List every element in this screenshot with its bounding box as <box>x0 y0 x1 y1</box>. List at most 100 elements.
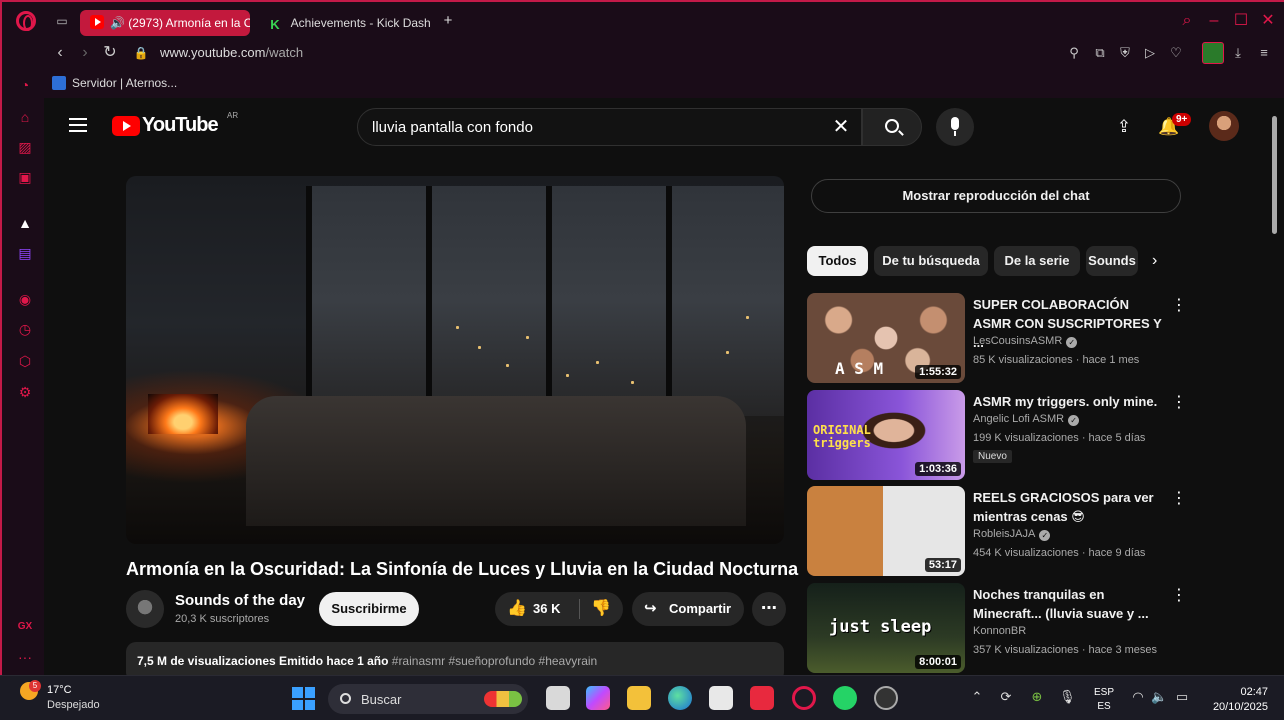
recommendation-item[interactable]: just sleep 8:00:01 Noches tranquilas en … <box>807 583 1207 675</box>
input-language[interactable]: ESP ES <box>1094 686 1114 714</box>
search-tabs-icon[interactable]: ⌕ <box>1178 12 1196 30</box>
copilot-icon[interactable] <box>586 686 610 710</box>
wifi-icon[interactable]: ◠ <box>1130 689 1146 705</box>
volume-icon[interactable]: 🔈 <box>1151 689 1167 705</box>
maximize-icon[interactable]: ☐ <box>1232 12 1250 30</box>
like-icon[interactable]: 👍 <box>507 592 527 626</box>
guide-menu-icon[interactable] <box>69 118 87 132</box>
new-tab-button[interactable]: + <box>440 13 456 28</box>
player-icon[interactable]: ▷ <box>1142 45 1158 61</box>
show-chat-replay-button[interactable]: Mostrar reproducción del chat <box>811 179 1181 213</box>
weather-temperature[interactable]: 17°C <box>47 684 72 696</box>
search-input[interactable]: lluvia pantalla con fondo ✕ <box>357 108 862 146</box>
edge-icon[interactable] <box>668 686 692 710</box>
lang-line-1: ESP <box>1094 687 1115 698</box>
lock-icon[interactable]: 🔒 <box>132 44 150 62</box>
upload-icon[interactable]: ⇪ <box>1113 116 1135 138</box>
speed-dial-icon[interactable]: ◔ <box>16 76 34 94</box>
weather-description[interactable]: Despejado <box>47 699 100 711</box>
recommendation-title[interactable]: REELS GRACIOSOS para ver mientras cenas … <box>973 488 1169 526</box>
chip-from-series[interactable]: De la serie <box>994 246 1080 276</box>
recommendation-item[interactable]: A S M 1:55:32 SUPER COLABORACIÓN ASMR CO… <box>807 293 1207 385</box>
recommendation-thumbnail[interactable]: A S M 1:55:32 <box>807 293 965 383</box>
recommendation-title[interactable]: ASMR my triggers. only mine. <box>973 392 1169 411</box>
share-button[interactable]: ↪ Compartir <box>632 592 744 626</box>
kick-sidebar-icon[interactable]: ▲ <box>16 214 34 232</box>
download-icon[interactable]: ⤓ <box>1230 45 1246 61</box>
opera-gx-taskbar-icon[interactable] <box>792 686 816 710</box>
item-menu-icon[interactable]: ⋮ <box>1171 488 1187 508</box>
gx-store-icon[interactable]: ▨ <box>16 138 34 156</box>
whatsapp-icon[interactable] <box>833 686 857 710</box>
recommendation-item[interactable]: 53:17 REELS GRACIOSOS para ver mientras … <box>807 486 1207 578</box>
dislike-icon[interactable]: 👎 <box>591 592 611 626</box>
scrollbar-thumb[interactable] <box>1272 116 1277 234</box>
chip-all[interactable]: Todos <box>807 246 868 276</box>
recommendation-thumbnail[interactable]: 53:17 <box>807 486 965 576</box>
settings-icon[interactable]: ⚙ <box>16 383 34 401</box>
clear-search-icon[interactable]: ✕ <box>829 115 853 139</box>
video-player[interactable] <box>126 176 784 544</box>
profile-extension-icon[interactable] <box>1202 42 1224 64</box>
show-hidden-icons-icon[interactable]: ⌃ <box>969 689 985 705</box>
menu-icon[interactable]: ≡ <box>1256 45 1272 61</box>
mic-tray-icon[interactable]: 🎙 <box>1059 689 1076 705</box>
wps-office-icon[interactable] <box>750 686 774 710</box>
file-explorer-icon[interactable] <box>627 686 651 710</box>
chip-from-search[interactable]: De tu búsqueda <box>874 246 988 276</box>
close-window-icon[interactable]: ✕ <box>1259 12 1277 30</box>
chip-sounds[interactable]: Sounds <box>1086 246 1138 276</box>
gx-corner-icon[interactable]: ⌂ <box>16 108 34 126</box>
microsoft-store-icon[interactable] <box>709 686 733 710</box>
subscribe-button[interactable]: Suscribirme <box>319 592 419 626</box>
recommendation-thumbnail[interactable]: ORIGINAL triggers 1:03:36 <box>807 390 965 480</box>
search-button[interactable] <box>862 108 922 146</box>
bookmark-aternos[interactable]: Servidor | Aternos... <box>52 76 177 90</box>
chevron-right-icon[interactable]: › <box>1152 252 1157 270</box>
taskbar-search[interactable]: Buscar <box>328 684 528 714</box>
reload-icon[interactable]: ↻ <box>101 44 119 62</box>
messenger-icon[interactable]: ▣ <box>16 168 34 186</box>
recommendation-title[interactable]: Noches tranquilas en Minecraft... (lluvi… <box>973 585 1169 623</box>
like-dislike-group: 👍 36 K 👎 <box>495 592 623 626</box>
taskbar-clock[interactable]: 02:47 20/10/2025 <box>1208 685 1268 715</box>
history-icon[interactable]: ◷ <box>16 320 34 338</box>
item-menu-icon[interactable]: ⋮ <box>1171 585 1187 605</box>
url-field[interactable]: www.youtube.com/watch <box>160 45 303 60</box>
item-menu-icon[interactable]: ⋮ <box>1171 392 1187 412</box>
back-icon[interactable]: ‹ <box>51 44 69 62</box>
hashtags[interactable]: #rainasmr #sueñoprofundo #heavyrain <box>392 654 597 668</box>
pin-icon[interactable]: ⚲ <box>1066 45 1082 61</box>
recommendation-thumbnail[interactable]: just sleep 8:00:01 <box>807 583 965 673</box>
description-box[interactable]: 7,5 M de visualizaciones Emitido hace 1 … <box>126 642 784 675</box>
app-tray-icon[interactable] <box>874 686 898 710</box>
sidebar-more-icon[interactable]: ··· <box>16 648 34 666</box>
tab-workspace-icon[interactable]: ▭ <box>54 14 70 28</box>
gx-control-icon[interactable]: GX <box>16 618 34 636</box>
twitch-icon[interactable]: ▤ <box>16 244 34 262</box>
windows-start-icon[interactable] <box>292 687 315 710</box>
channel-avatar[interactable] <box>126 590 164 628</box>
voice-search-button[interactable] <box>936 108 974 146</box>
opera-logo-icon[interactable] <box>16 11 36 31</box>
like-count[interactable]: 36 K <box>533 592 560 626</box>
minimize-icon[interactable]: – <box>1205 12 1223 30</box>
tab-kick-achievements[interactable]: K Achievements - Kick Dash <box>258 10 430 36</box>
extensions-icon[interactable]: ⬡ <box>16 352 34 370</box>
recommendation-item[interactable]: ORIGINAL triggers 1:03:36 ASMR my trigge… <box>807 390 1207 482</box>
page-scrollbar[interactable] <box>1270 100 1278 672</box>
battery-icon[interactable]: ▭ <box>1174 689 1190 705</box>
add-icon[interactable]: ⊕ <box>1029 689 1045 705</box>
shield-icon[interactable]: ⛨ <box>1117 45 1133 61</box>
snapshot-icon[interactable]: ⧉ <box>1092 45 1108 61</box>
task-view-icon[interactable] <box>546 686 570 710</box>
channel-name[interactable]: Sounds of the day <box>175 592 305 609</box>
more-actions-button[interactable]: ⋯ <box>752 592 786 626</box>
item-menu-icon[interactable]: ⋮ <box>1171 295 1187 315</box>
sync-icon[interactable]: ⟳ <box>998 689 1014 705</box>
tab-youtube[interactable]: 🔊 (2973) Armonía en la Oscuridad <box>80 10 250 36</box>
player-sidebar-icon[interactable]: ◉ <box>16 290 34 308</box>
heart-icon[interactable]: ♡ <box>1168 45 1184 61</box>
account-avatar[interactable] <box>1209 111 1239 141</box>
forward-icon[interactable]: › <box>76 44 94 62</box>
